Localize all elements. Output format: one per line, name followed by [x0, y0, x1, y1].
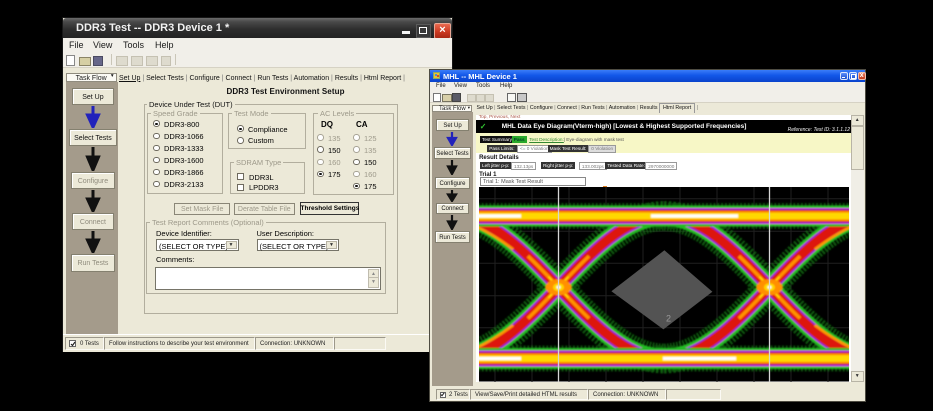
svg-text:2: 2	[666, 314, 671, 324]
